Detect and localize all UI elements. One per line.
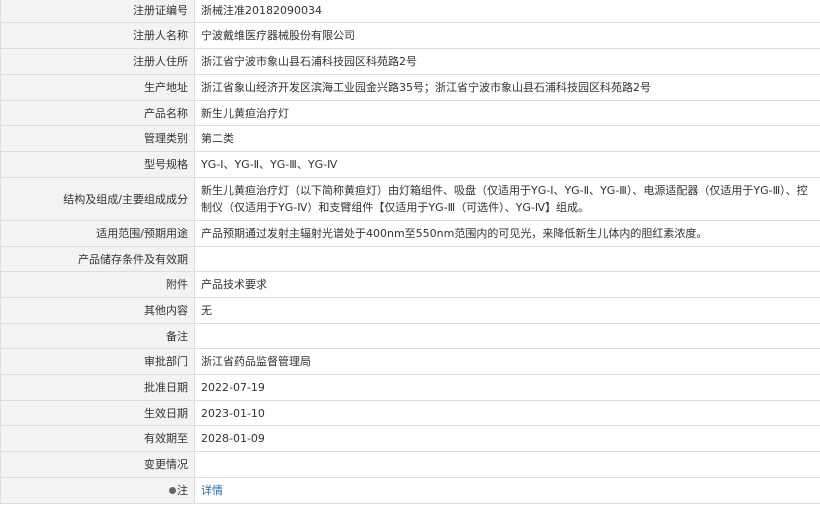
detail-row: 产品名称 新生儿黄疸治疗灯 <box>0 100 820 126</box>
detail-row: 生产地址 浙江省象山经济开发区滨海工业园金兴路35号；浙江省宁波市象山县石浦科技… <box>0 74 820 101</box>
field-value: 浙江省象山经济开发区滨海工业园金兴路35号；浙江省宁波市象山县石浦科技园区科苑路… <box>194 74 820 101</box>
note-label: 注 <box>177 484 188 497</box>
field-label: 产品名称 <box>0 100 195 126</box>
field-value: 第二类 <box>194 125 820 152</box>
detail-row: 适用范围/预期用途 产品预期通过发射主辐射光谱处于400nm至550nm范围内的… <box>0 220 820 247</box>
field-value <box>194 451 820 478</box>
detail-row: 批准日期 2022-07-19 <box>0 374 820 401</box>
detail-row: 备注 <box>0 323 820 349</box>
field-value: YG-Ⅰ、YG-Ⅱ、YG-Ⅲ、YG-Ⅳ <box>194 151 820 178</box>
field-label: 适用范围/预期用途 <box>0 220 195 247</box>
detail-row: 注册人住所 浙江省宁波市象山县石浦科技园区科苑路2号 <box>0 48 820 75</box>
field-label: 生产地址 <box>0 74 195 101</box>
registration-detail-table: 注册证编号 浙械注准20182090034 注册人名称 宁波戴维医疗器械股份有限… <box>0 0 820 504</box>
detail-rows: 注册证编号 浙械注准20182090034 注册人名称 宁波戴维医疗器械股份有限… <box>0 0 820 504</box>
detail-row: 生效日期 2023-01-10 <box>0 400 820 426</box>
field-label: 变更情况 <box>0 451 195 478</box>
field-label: 注册证编号 <box>0 0 195 23</box>
detail-row: 结构及组成/主要组成成分 新生儿黄疸治疗灯（以下简称黄疸灯）由灯箱组件、吸盘（仅… <box>0 177 820 221</box>
field-value: 新生儿黄疸治疗灯（以下简称黄疸灯）由灯箱组件、吸盘（仅适用于YG-Ⅰ、YG-Ⅱ、… <box>194 177 820 221</box>
field-value: 宁波戴维医疗器械股份有限公司 <box>194 22 820 49</box>
field-label: 注册人名称 <box>0 22 195 49</box>
field-value: 2028-01-09 <box>194 425 820 452</box>
field-value: 产品技术要求 <box>194 271 820 298</box>
field-value: 新生儿黄疸治疗灯 <box>194 100 820 126</box>
field-label: 审批部门 <box>0 348 195 375</box>
details-link[interactable]: 详情 <box>201 484 223 497</box>
field-label: 结构及组成/主要组成成分 <box>0 177 195 221</box>
pin-icon <box>169 487 176 494</box>
detail-row: 有效期至 2028-01-09 <box>0 425 820 452</box>
field-label: 批准日期 <box>0 374 195 401</box>
detail-row: 产品储存条件及有效期 <box>0 246 820 272</box>
field-label: 注册人住所 <box>0 48 195 75</box>
field-value: 产品预期通过发射主辐射光谱处于400nm至550nm范围内的可见光，来降低新生儿… <box>194 220 820 247</box>
field-value: 浙械注准20182090034 <box>194 0 820 23</box>
field-label: 管理类别 <box>0 125 195 152</box>
field-value: 浙江省宁波市象山县石浦科技园区科苑路2号 <box>194 48 820 75</box>
field-value <box>194 246 820 272</box>
field-value: 2023-01-10 <box>194 400 820 426</box>
detail-row: 审批部门 浙江省药品监督管理局 <box>0 348 820 375</box>
field-value: 浙江省药品监督管理局 <box>194 348 820 375</box>
detail-row: 注册人名称 宁波戴维医疗器械股份有限公司 <box>0 22 820 49</box>
field-value: 2022-07-19 <box>194 374 820 401</box>
detail-row: 其他内容 无 <box>0 297 820 324</box>
detail-row: 变更情况 <box>0 451 820 478</box>
detail-row: 附件 产品技术要求 <box>0 271 820 298</box>
note-label-cell: 注 <box>0 477 195 504</box>
field-label: 附件 <box>0 271 195 298</box>
field-label: 备注 <box>0 323 195 349</box>
field-label: 生效日期 <box>0 400 195 426</box>
detail-row: 管理类别 第二类 <box>0 125 820 152</box>
field-label: 其他内容 <box>0 297 195 324</box>
field-value: 无 <box>194 297 820 324</box>
field-label: 产品储存条件及有效期 <box>0 246 195 272</box>
detail-row: 型号规格 YG-Ⅰ、YG-Ⅱ、YG-Ⅲ、YG-Ⅳ <box>0 151 820 178</box>
detail-row-note: 注详情 <box>0 477 820 504</box>
note-value-cell: 详情 <box>194 477 820 504</box>
detail-row: 注册证编号 浙械注准20182090034 <box>0 0 820 23</box>
field-label: 有效期至 <box>0 425 195 452</box>
field-label: 型号规格 <box>0 151 195 178</box>
field-value <box>194 323 820 349</box>
